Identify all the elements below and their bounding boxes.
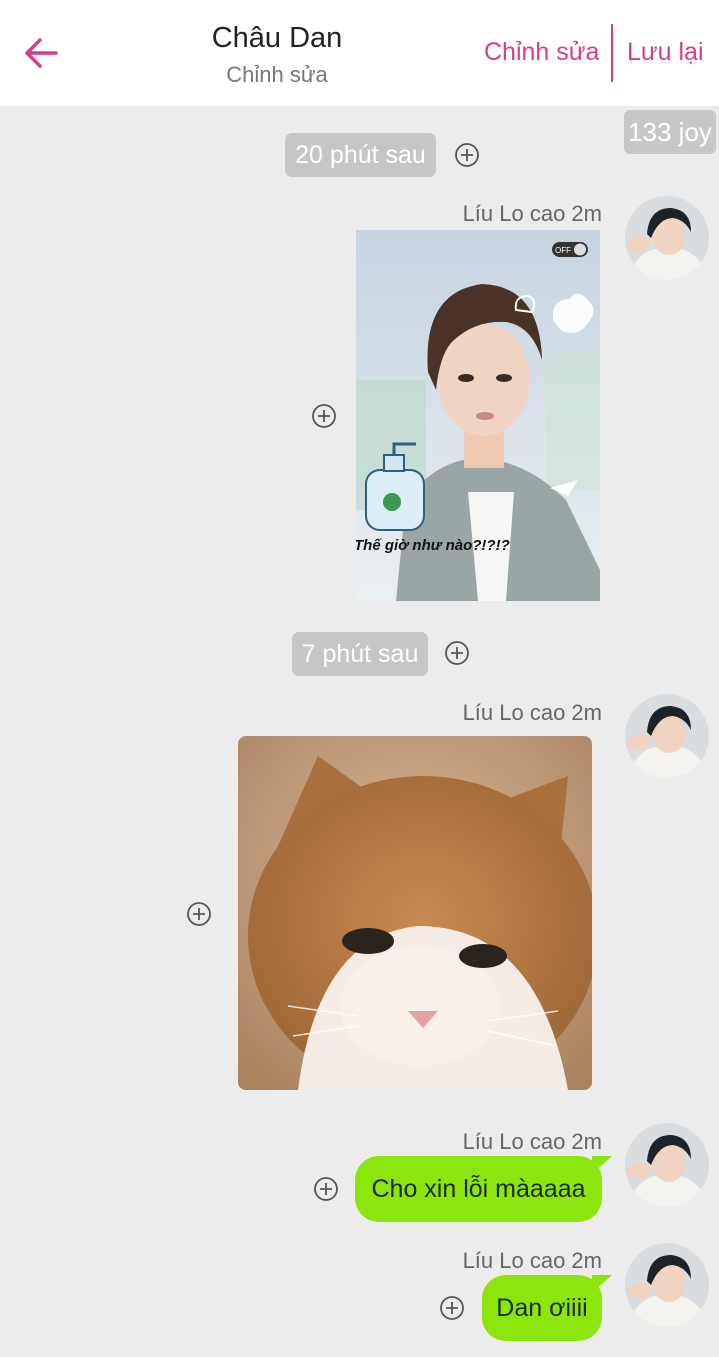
sender-name: Líu Lo cao 2m (462, 1248, 602, 1273)
add-circle-icon[interactable] (444, 640, 470, 666)
avatar[interactable] (625, 196, 709, 280)
save-button[interactable]: Lưu lại (627, 38, 704, 67)
avatar[interactable] (625, 1123, 709, 1207)
svg-text:OFF: OFF (555, 246, 571, 255)
meme-photo[interactable]: OFF Thế giờ như nào?!?!? (356, 230, 600, 601)
joy-badge: 133 joy (624, 110, 716, 154)
bubble-tail (592, 1156, 612, 1174)
add-circle-icon[interactable] (186, 901, 212, 927)
chat-editor-screen: Châu Dan Chỉnh sửa Chỉnh sửa Lưu lại 133… (0, 0, 719, 1357)
sender-name: Líu Lo cao 2m (462, 1129, 602, 1154)
time-separator[interactable]: 7 phút sau (292, 632, 428, 676)
add-circle-icon[interactable] (311, 403, 337, 429)
sender-name: Líu Lo cao 2m (462, 700, 602, 725)
chat-subtitle: Chỉnh sửa (226, 62, 328, 87)
meme-caption: Thế giờ như nào?!?!? (356, 537, 510, 554)
chat-title: Châu Dan (211, 22, 343, 54)
sad-kitten-photo[interactable] (238, 736, 592, 1090)
time-separator[interactable]: 20 phút sau (285, 133, 436, 177)
add-circle-icon[interactable] (313, 1176, 339, 1202)
bubble-tail (592, 1275, 612, 1293)
add-circle-icon[interactable] (454, 142, 480, 168)
avatar[interactable] (625, 694, 709, 778)
avatar[interactable] (625, 1243, 709, 1327)
edit-button[interactable]: Chỉnh sửa (484, 38, 599, 67)
message-bubble[interactable]: Cho xin lỗi màaaaa (355, 1156, 602, 1222)
add-circle-icon[interactable] (439, 1295, 465, 1321)
header-divider (611, 24, 613, 82)
sender-name: Líu Lo cao 2m (462, 201, 602, 226)
message-bubble[interactable]: Dan ơiiii (482, 1275, 602, 1341)
top-bar: Châu Dan Chỉnh sửa Chỉnh sửa Lưu lại (0, 0, 719, 106)
